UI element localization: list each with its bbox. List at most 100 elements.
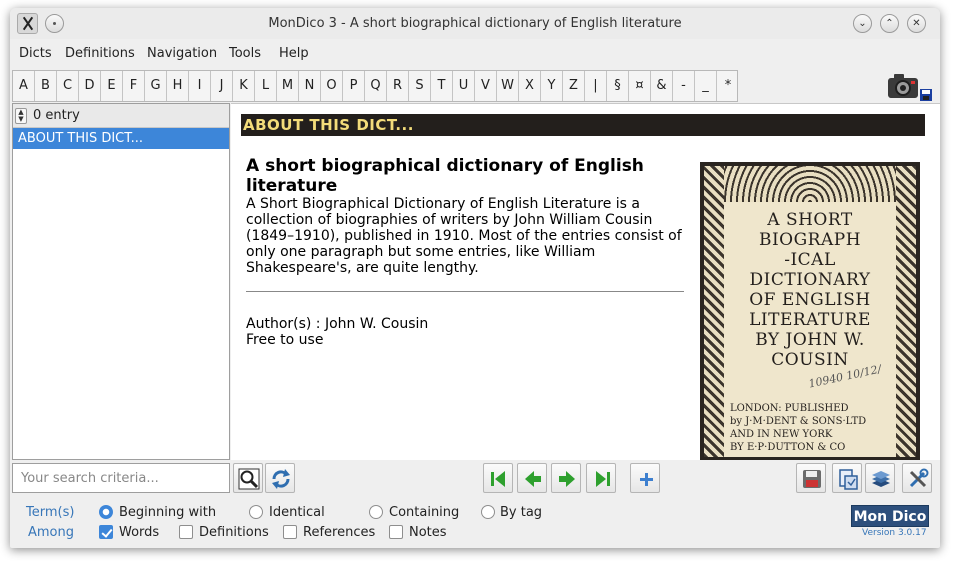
menu-dicts[interactable]: Dicts [19, 46, 52, 61]
letter-button[interactable]: V [475, 71, 497, 101]
entry-count-row: ▲ ▼ 0 entry [13, 104, 229, 128]
menu-definitions[interactable]: Definitions [65, 46, 135, 61]
letter-button[interactable]: - [673, 71, 695, 101]
letter-button[interactable]: W [497, 71, 519, 101]
letter-button[interactable]: M [277, 71, 299, 101]
letter-button[interactable]: ¤ [629, 71, 651, 101]
book-cover-image: A SHORT BIOGRAPH -ICAL DICTIONARY OF ENG… [700, 162, 920, 460]
letter-button[interactable]: S [409, 71, 431, 101]
letter-button[interactable]: P [343, 71, 365, 101]
letter-button[interactable]: N [299, 71, 321, 101]
letter-button[interactable]: D [79, 71, 101, 101]
letter-button[interactable]: § [607, 71, 629, 101]
add-entry-button[interactable] [630, 463, 660, 493]
checkbox-label: References [303, 525, 376, 540]
title-bar: MonDico 3 - A short biographical diction… [10, 8, 940, 39]
letter-button[interactable]: O [321, 71, 343, 101]
first-entry-button[interactable] [483, 463, 513, 493]
definition-view: ABOUT THIS DICT... A short biographical … [231, 103, 940, 460]
among-label: Among [28, 525, 75, 540]
letter-button[interactable]: I [189, 71, 211, 101]
letter-button[interactable]: E [101, 71, 123, 101]
tools-icon [909, 468, 929, 488]
divider [246, 291, 684, 292]
sort-spinner[interactable]: ▲ ▼ [15, 108, 27, 124]
last-arrow-icon [596, 471, 610, 487]
section-header: ABOUT THIS DICT... [241, 114, 925, 136]
letter-button[interactable]: J [211, 71, 233, 101]
magnifier-icon [238, 468, 260, 490]
letter-button[interactable]: U [453, 71, 475, 101]
letter-button[interactable]: L [255, 71, 277, 101]
letter-button[interactable]: * [717, 71, 739, 101]
spin-down-icon[interactable]: ▼ [16, 116, 26, 123]
terms-label: Term(s) [26, 505, 75, 520]
save-button[interactable] [796, 463, 826, 493]
radio-label: Beginning with [119, 505, 217, 520]
letter-button[interactable]: T [431, 71, 453, 101]
settings-button[interactable] [902, 463, 932, 493]
menu-help[interactable]: Help [279, 46, 309, 61]
letter-button[interactable]: Q [365, 71, 387, 101]
radio-containing[interactable] [369, 505, 383, 519]
menu-tools[interactable]: Tools [229, 46, 261, 61]
plus-icon [640, 473, 653, 486]
next-entry-button[interactable] [551, 463, 581, 493]
list-item[interactable]: ABOUT THIS DICT... [13, 128, 229, 149]
window-title: MonDico 3 - A short biographical diction… [268, 16, 682, 31]
letter-button[interactable]: A [13, 71, 35, 101]
menu-bar: Dicts Definitions Navigation Tools Help [10, 43, 940, 65]
document-export-icon [839, 469, 858, 490]
letter-button[interactable]: G [145, 71, 167, 101]
app-window: MonDico 3 - A short biographical diction… [10, 8, 940, 548]
dictionary-author: Author(s) : John W. Cousin [246, 316, 429, 332]
maximize-button[interactable]: ⌃ [880, 14, 899, 33]
letter-button[interactable]: Y [541, 71, 563, 101]
letter-button[interactable]: C [57, 71, 79, 101]
version-label: Version 3.0.17 [862, 528, 927, 538]
letter-button[interactable]: K [233, 71, 255, 101]
entry-count: 0 entry [33, 108, 80, 123]
menu-navigation[interactable]: Navigation [147, 46, 217, 61]
previous-entry-button[interactable] [517, 463, 547, 493]
checkbox-definitions[interactable] [179, 525, 193, 539]
cover-title: A SHORT BIOGRAPH -ICAL DICTIONARY OF ENG… [749, 210, 871, 370]
letter-button[interactable]: R [387, 71, 409, 101]
checkbox-references[interactable] [283, 525, 297, 539]
letter-button[interactable]: F [123, 71, 145, 101]
close-button[interactable]: ✕ [907, 14, 926, 33]
entry-list-panel: ▲ ▼ 0 entry ABOUT THIS DICT... [12, 103, 230, 460]
dictionary-license: Free to use [246, 332, 324, 348]
cover-ornament [896, 166, 916, 457]
camera-icon [888, 74, 932, 101]
letter-button[interactable]: _ [695, 71, 717, 101]
camera-save-button[interactable] [886, 69, 934, 102]
checkbox-notes[interactable] [389, 525, 403, 539]
radio-label: By tag [500, 505, 543, 520]
radio-by-tag[interactable] [481, 505, 495, 519]
cover-ornament [704, 166, 916, 202]
radio-label: Identical [269, 505, 325, 520]
floppy-icon [803, 470, 821, 488]
letter-button[interactable]: X [519, 71, 541, 101]
first-arrow-icon [491, 471, 505, 487]
export-button[interactable] [832, 463, 862, 493]
dictionaries-button[interactable] [865, 463, 895, 493]
letter-button[interactable]: & [651, 71, 673, 101]
last-entry-button[interactable] [586, 463, 616, 493]
minimize-button[interactable]: ⌄ [853, 14, 872, 33]
radio-identical[interactable] [249, 505, 263, 519]
dictionary-description: A Short Biographical Dictionary of Engli… [246, 196, 682, 276]
cover-ornament [704, 166, 724, 457]
radio-beginning-with[interactable] [99, 505, 113, 519]
right-arrow-icon [559, 471, 575, 487]
letter-button[interactable]: Z [563, 71, 585, 101]
letter-button[interactable]: | [585, 71, 607, 101]
letter-button[interactable]: B [35, 71, 57, 101]
letter-button[interactable]: H [167, 71, 189, 101]
refresh-button[interactable] [265, 463, 295, 493]
checkbox-words[interactable] [99, 525, 113, 539]
search-button[interactable] [233, 463, 263, 493]
left-arrow-icon [525, 471, 541, 487]
search-input[interactable] [12, 463, 230, 493]
